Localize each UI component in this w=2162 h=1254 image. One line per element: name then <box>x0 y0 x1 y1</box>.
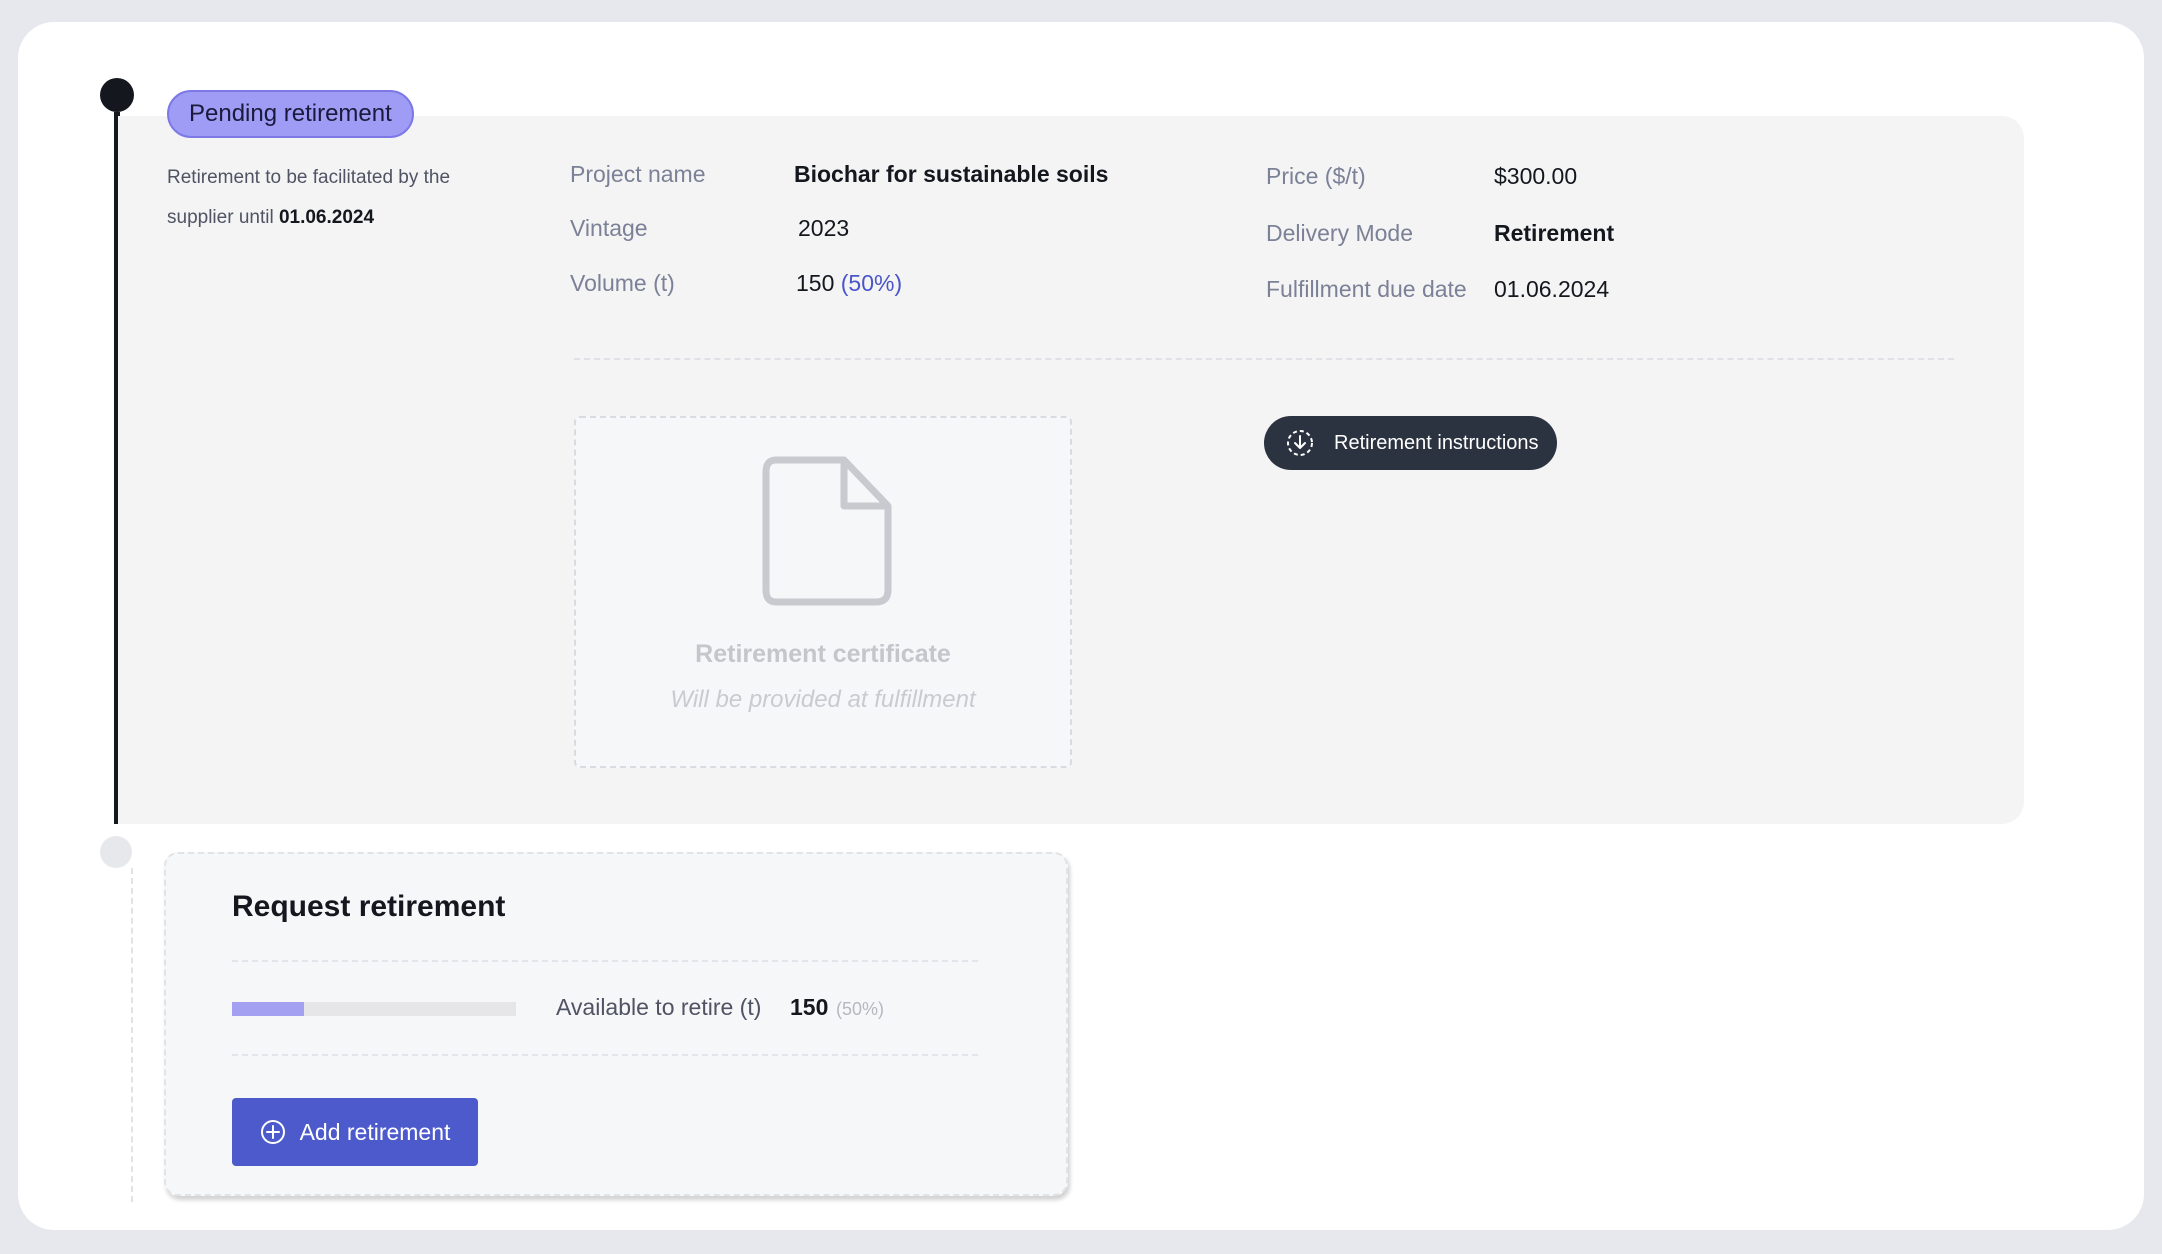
request-retirement-title: Request retirement <box>232 890 506 923</box>
due-date-value: 01.06.2024 <box>1494 276 1610 302</box>
retirement-certificate-placeholder: Retirement certificate Will be provided … <box>574 416 1072 768</box>
volume-percentage: (50%) <box>840 270 903 296</box>
project-name-value: Biochar for sustainable soils <box>794 161 1109 187</box>
page-container: Pending retirement Retirement to be faci… <box>18 22 2144 1230</box>
vintage-value: 2023 <box>798 215 850 241</box>
status-badge-label: Pending retirement <box>189 100 392 127</box>
document-icon <box>762 456 892 606</box>
download-icon <box>1287 430 1313 456</box>
request-retirement-card: Request retirement Available to retire (… <box>164 852 1068 1196</box>
status-badge: Pending retirement <box>167 90 414 138</box>
project-name-label: Project name <box>570 161 706 187</box>
available-progress-bar <box>232 1002 516 1016</box>
certificate-subtitle: Will be provided at fulfillment <box>670 686 976 713</box>
request-divider-bottom <box>232 1054 978 1056</box>
status-description-date: 01.06.2024 <box>278 207 375 228</box>
available-progress-fill <box>232 1002 305 1016</box>
volume-label: Volume (t) <box>570 270 675 296</box>
retirement-instructions-button[interactable]: Retirement instructions <box>1264 416 1557 470</box>
available-to-retire-value: 150 <box>790 994 829 1020</box>
certificate-title: Retirement certificate <box>695 640 951 668</box>
available-to-retire-percentage: (50%) <box>836 999 885 1019</box>
timeline-line-pending <box>131 868 133 1202</box>
price-value: $300.00 <box>1494 163 1578 189</box>
status-description: Retirement to be facilitated by the supp… <box>167 158 507 238</box>
details-divider <box>574 358 1954 360</box>
timeline-dot-active <box>100 78 134 112</box>
timeline-dot-pending <box>100 836 132 868</box>
price-label: Price ($/t) <box>1266 163 1366 189</box>
retirement-instructions-label: Retirement instructions <box>1334 431 1539 454</box>
plus-circle-icon <box>260 1120 285 1144</box>
available-to-retire-label: Available to retire (t) <box>556 994 762 1020</box>
volume-amount: 150 <box>796 270 835 296</box>
add-retirement-button[interactable]: Add retirement <box>232 1098 478 1166</box>
delivery-mode-label: Delivery Mode <box>1266 220 1413 246</box>
delivery-mode-value: Retirement <box>1494 220 1615 246</box>
due-date-label: Fulfillment due date <box>1266 276 1467 302</box>
add-retirement-label: Add retirement <box>299 1118 451 1145</box>
vintage-label: Vintage <box>570 215 648 241</box>
volume-value: 150 (50%) <box>796 270 902 297</box>
request-divider-top <box>232 960 978 962</box>
